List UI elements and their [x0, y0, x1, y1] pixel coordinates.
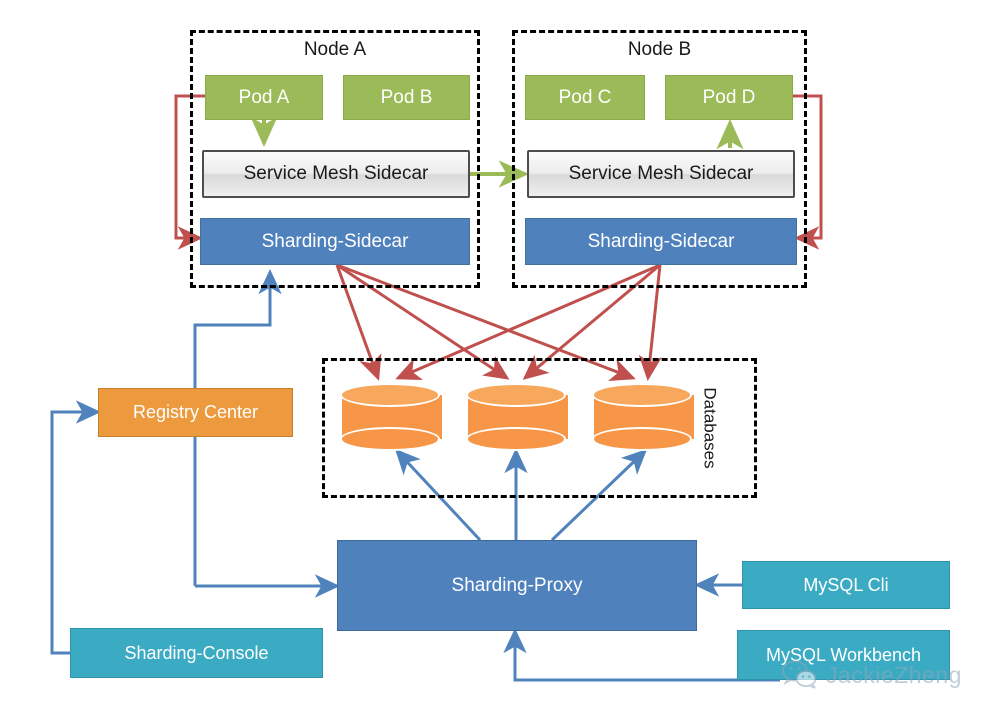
pod-a[interactable]: Pod A	[205, 75, 323, 120]
console-to-registry-wire	[50, 400, 101, 655]
service-mesh-sidecar-b[interactable]: Service Mesh Sidecar	[527, 150, 795, 198]
database-top	[466, 383, 566, 407]
database-bottom	[592, 427, 692, 451]
architecture-diagram: Node A Pod A Pod B Service Mesh Sidecar …	[0, 0, 1000, 725]
database-cylinder-3[interactable]	[592, 383, 696, 455]
sharding-sidecar-b[interactable]: Sharding-Sidecar	[525, 218, 797, 265]
node-b-title: Node B	[627, 39, 692, 60]
pod-d[interactable]: Pod D	[665, 75, 793, 120]
registry-center[interactable]: Registry Center	[98, 388, 293, 437]
wechat-icon	[782, 660, 817, 689]
watermark-text: JackieZheng	[826, 661, 962, 688]
watermark: JackieZheng	[782, 660, 962, 690]
service-mesh-sidecar-a[interactable]: Service Mesh Sidecar	[202, 150, 470, 198]
database-top	[340, 383, 440, 407]
mysql-cli[interactable]: MySQL Cli	[742, 561, 950, 609]
pod-b[interactable]: Pod B	[343, 75, 470, 120]
pod-c[interactable]: Pod C	[525, 75, 645, 120]
sharding-console[interactable]: Sharding-Console	[70, 628, 323, 678]
sharding-proxy[interactable]: Sharding-Proxy	[337, 540, 697, 631]
databases-label: Databases	[700, 387, 720, 469]
database-cylinder-1[interactable]	[340, 383, 444, 455]
database-bottom	[466, 427, 566, 451]
database-top	[592, 383, 692, 407]
database-bottom	[340, 427, 440, 451]
database-cylinder-2[interactable]	[466, 383, 570, 455]
node-a-title: Node A	[303, 39, 367, 60]
sharding-sidecar-a[interactable]: Sharding-Sidecar	[200, 218, 470, 265]
